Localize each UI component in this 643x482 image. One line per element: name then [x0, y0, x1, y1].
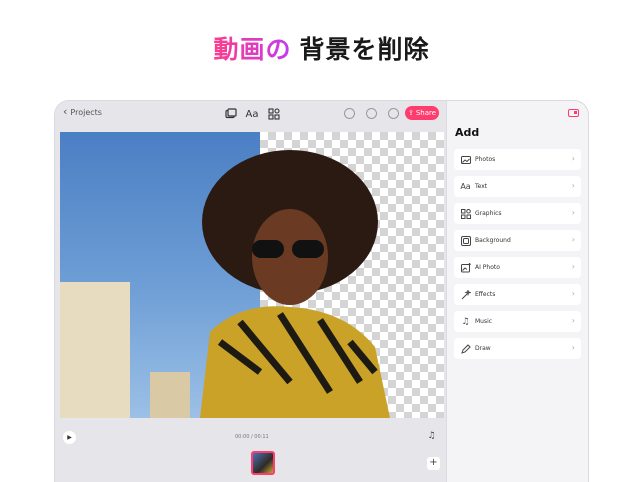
- timeline: ▶ 00:00 / 00:11 ♫ +: [55, 426, 446, 482]
- menu-label: Photos: [475, 156, 496, 163]
- play-icon: ▶: [67, 434, 72, 441]
- share-button[interactable]: ⇪ Share: [405, 106, 439, 120]
- panel-title: Add: [455, 126, 480, 139]
- add-clip-button[interactable]: +: [427, 457, 440, 470]
- photos-icon: [460, 154, 471, 165]
- text-icon: Aa: [460, 182, 471, 191]
- menu-item-background[interactable]: Background ›: [454, 230, 581, 251]
- redo-icon[interactable]: [366, 108, 377, 119]
- video-canvas[interactable]: [60, 132, 444, 418]
- video-clip-thumbnail[interactable]: [251, 451, 275, 475]
- chevron-right-icon: ›: [571, 235, 575, 244]
- music-icon[interactable]: ♫: [425, 431, 438, 444]
- menu-item-text[interactable]: Aa Text ›: [454, 176, 581, 197]
- ai-photo-icon: [460, 262, 471, 273]
- menu-label: Music: [475, 318, 493, 325]
- menu-item-music[interactable]: ♫ Music ›: [454, 311, 581, 332]
- headline-rest: 背景を削除: [299, 35, 430, 64]
- menu-label: Draw: [475, 345, 491, 352]
- menu-item-ai-photo[interactable]: AI Photo ›: [454, 257, 581, 278]
- chevron-left-icon: ‹: [63, 105, 68, 118]
- building-left: [60, 282, 130, 418]
- chevron-right-icon: ›: [571, 154, 575, 163]
- headline: 動画の 背景を削除: [0, 30, 643, 66]
- chevron-right-icon: ›: [571, 316, 575, 325]
- text-tool-button[interactable]: Aa: [244, 106, 260, 122]
- draw-icon: [460, 343, 471, 354]
- play-button[interactable]: ▶: [63, 431, 76, 444]
- subject-cutout: [200, 150, 390, 418]
- effects-icon: [460, 289, 471, 300]
- headline-accent: 動画の: [213, 35, 292, 64]
- chevron-right-icon: ›: [571, 208, 575, 217]
- chevron-right-icon: ›: [571, 289, 575, 298]
- graphics-icon[interactable]: [266, 106, 282, 122]
- menu-item-photos[interactable]: Photos ›: [454, 149, 581, 170]
- tablet-frame: ‹ Projects Aa ⇪ Share ▶ 00:00 / 00:11 ♫ …: [55, 101, 588, 482]
- time-code: 00:00 / 00:11: [235, 434, 269, 440]
- back-label: Projects: [70, 107, 102, 117]
- menu-label: Background: [475, 237, 511, 244]
- background-icon: [460, 235, 471, 246]
- panel-toggle-icon[interactable]: [568, 109, 579, 117]
- menu-label: Graphics: [475, 210, 502, 217]
- share-label: Share: [415, 109, 437, 117]
- graphics-icon: [460, 208, 471, 219]
- editor-toolbar: ‹ Projects Aa ⇪ Share: [55, 101, 446, 127]
- chevron-right-icon: ›: [571, 262, 575, 271]
- menu-item-graphics[interactable]: Graphics ›: [454, 203, 581, 224]
- menu-item-effects[interactable]: Effects ›: [454, 284, 581, 305]
- more-icon[interactable]: [388, 108, 399, 119]
- menu-label: Text: [475, 183, 488, 190]
- menu-label: Effects: [475, 291, 496, 298]
- back-to-projects-button[interactable]: ‹ Projects: [63, 105, 102, 118]
- share-icon: ⇪: [407, 109, 414, 117]
- music-icon: ♫: [461, 316, 470, 327]
- add-menu: Photos › Aa Text › Graphics › Background…: [454, 149, 581, 365]
- undo-icon[interactable]: [344, 108, 355, 119]
- add-panel: Add Photos › Aa Text › Graphics › Backgr…: [446, 101, 588, 482]
- menu-item-draw[interactable]: Draw ›: [454, 338, 581, 359]
- editor-area: ‹ Projects Aa ⇪ Share ▶ 00:00 / 00:11 ♫ …: [55, 101, 446, 482]
- chevron-right-icon: ›: [571, 343, 575, 352]
- menu-label: AI Photo: [475, 264, 500, 271]
- media-icon[interactable]: [223, 106, 239, 122]
- chevron-right-icon: ›: [571, 181, 575, 190]
